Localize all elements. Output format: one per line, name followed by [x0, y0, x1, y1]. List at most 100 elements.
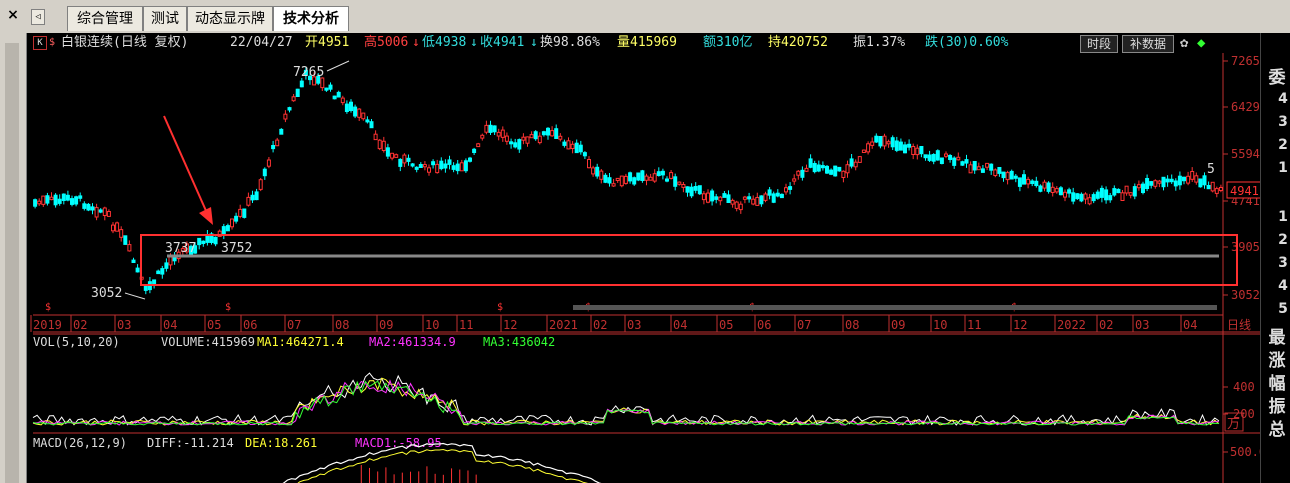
candle-body: [459, 162, 464, 172]
candle-body: [582, 152, 587, 157]
volume-unit: 万: [1227, 417, 1240, 432]
candle-body: [525, 136, 530, 144]
high-annotation-line: [326, 60, 350, 72]
candle-body: [820, 165, 825, 169]
candle-body: [480, 134, 485, 139]
scroll-left-icon[interactable]: ◁: [31, 9, 45, 25]
candle-body: [742, 196, 747, 200]
candle-body: [738, 203, 743, 211]
period-button[interactable]: 时段: [1080, 35, 1118, 53]
right-digit-3: 1: [1278, 160, 1288, 176]
date-tick-label: 09: [891, 318, 905, 332]
candle-body: [406, 157, 411, 162]
candle-body: [246, 196, 251, 206]
arrow-down-icon: ↓: [530, 35, 538, 50]
tab-test[interactable]: 测试: [143, 6, 187, 31]
candle-body: [258, 179, 263, 190]
right-digit-5: 2: [1278, 232, 1288, 248]
quote-open: 开4951: [305, 35, 350, 50]
left-sidebar: [0, 33, 27, 483]
right-panel-label-1: 最: [1268, 328, 1286, 348]
candle-body: [414, 166, 419, 170]
candle-body: [894, 140, 899, 151]
candle-body: [266, 159, 271, 167]
candle-body: [628, 172, 633, 182]
supplement-data-button[interactable]: 补数据: [1122, 35, 1174, 53]
candle-body: [804, 167, 809, 172]
left-scrollbar[interactable]: [5, 43, 19, 483]
volume-line-1: [32, 377, 1220, 426]
candle-body: [591, 167, 596, 175]
candle-body: [558, 135, 563, 140]
tab-dynamic-board[interactable]: 动态显示牌: [187, 6, 273, 31]
volume-tick-label: 400: [1233, 380, 1255, 394]
candle-body: [254, 191, 259, 201]
candle-body: [74, 196, 79, 205]
candle-body: [201, 240, 206, 244]
candle-body: [796, 170, 801, 176]
date-tick-label: 10: [933, 318, 947, 332]
candle-body: [615, 177, 620, 182]
candle-body: [669, 172, 674, 179]
candle-body: [221, 226, 226, 236]
candle-body: [365, 119, 370, 123]
volume-title: VOL(5,10,20): [33, 335, 120, 349]
candle-body: [517, 139, 522, 150]
candle-body: [468, 157, 472, 162]
candle-body: [726, 194, 731, 203]
candle-body: [1104, 189, 1109, 201]
candle-body: [960, 161, 965, 166]
candle-body: [980, 168, 985, 173]
date-tick-label: 2021: [549, 318, 578, 332]
candle-body: [127, 244, 132, 252]
candle-body: [837, 166, 842, 172]
candle-body: [771, 193, 776, 203]
right-panel-label-3: 幅: [1268, 374, 1286, 394]
candle-body: [1116, 188, 1121, 194]
date-tick-label: 02: [593, 318, 607, 332]
candle-body: [102, 207, 107, 216]
arrow-down-icon: ↓: [470, 35, 478, 50]
candle-body: [829, 169, 834, 175]
chart-area[interactable]: K $ 白银连续(日线 复权) 22/04/27 开4951 高5006 ↓ 低…: [27, 33, 1260, 483]
k-icon[interactable]: K: [33, 36, 47, 50]
volume-value: VOLUME:415969: [161, 335, 255, 349]
candle-body: [230, 218, 234, 228]
candle-body: [488, 124, 493, 133]
close-icon[interactable]: ×: [4, 6, 22, 24]
candle-body: [357, 108, 362, 118]
gear-icon[interactable]: ✿: [1180, 33, 1188, 53]
candle-body: [500, 129, 505, 138]
candle-body: [299, 80, 304, 88]
candle-body: [373, 133, 378, 141]
candle-body: [825, 165, 829, 174]
candle-body: [1046, 182, 1051, 192]
candle-body: [1165, 178, 1170, 183]
date-tick-label: 08: [845, 318, 859, 332]
tab-comprehensive[interactable]: 综合管理: [67, 6, 143, 31]
right-panel-label-0: 委: [1268, 68, 1286, 88]
tab-technical-analysis[interactable]: 技术分析: [273, 6, 349, 31]
candle-body: [1128, 192, 1133, 196]
diamond-icon[interactable]: ◆: [1197, 33, 1205, 53]
quote-high: 高5006: [364, 35, 409, 50]
date-tick-label: 07: [287, 318, 301, 332]
candle-body: [394, 154, 399, 158]
candle-body: [935, 150, 940, 161]
candle-body: [41, 195, 46, 205]
candle-body: [1030, 180, 1035, 184]
volume-line-2: [33, 379, 1219, 426]
right-annotation: 5: [1207, 162, 1215, 177]
candle-body: [993, 169, 998, 177]
candle-body: [529, 134, 534, 139]
candle-body: [636, 172, 641, 181]
candle-body: [898, 141, 903, 151]
candle-body: [623, 175, 628, 184]
candle-body: [546, 127, 550, 136]
macd-diff: DIFF:-11.214: [147, 436, 234, 450]
mid-annotation-1: 3737: [165, 241, 196, 256]
macd-macd1: MACD1:-58.95: [355, 436, 442, 450]
candle-body: [106, 211, 111, 217]
candle-body: [972, 161, 977, 171]
date-tick-label: 04: [673, 318, 687, 332]
